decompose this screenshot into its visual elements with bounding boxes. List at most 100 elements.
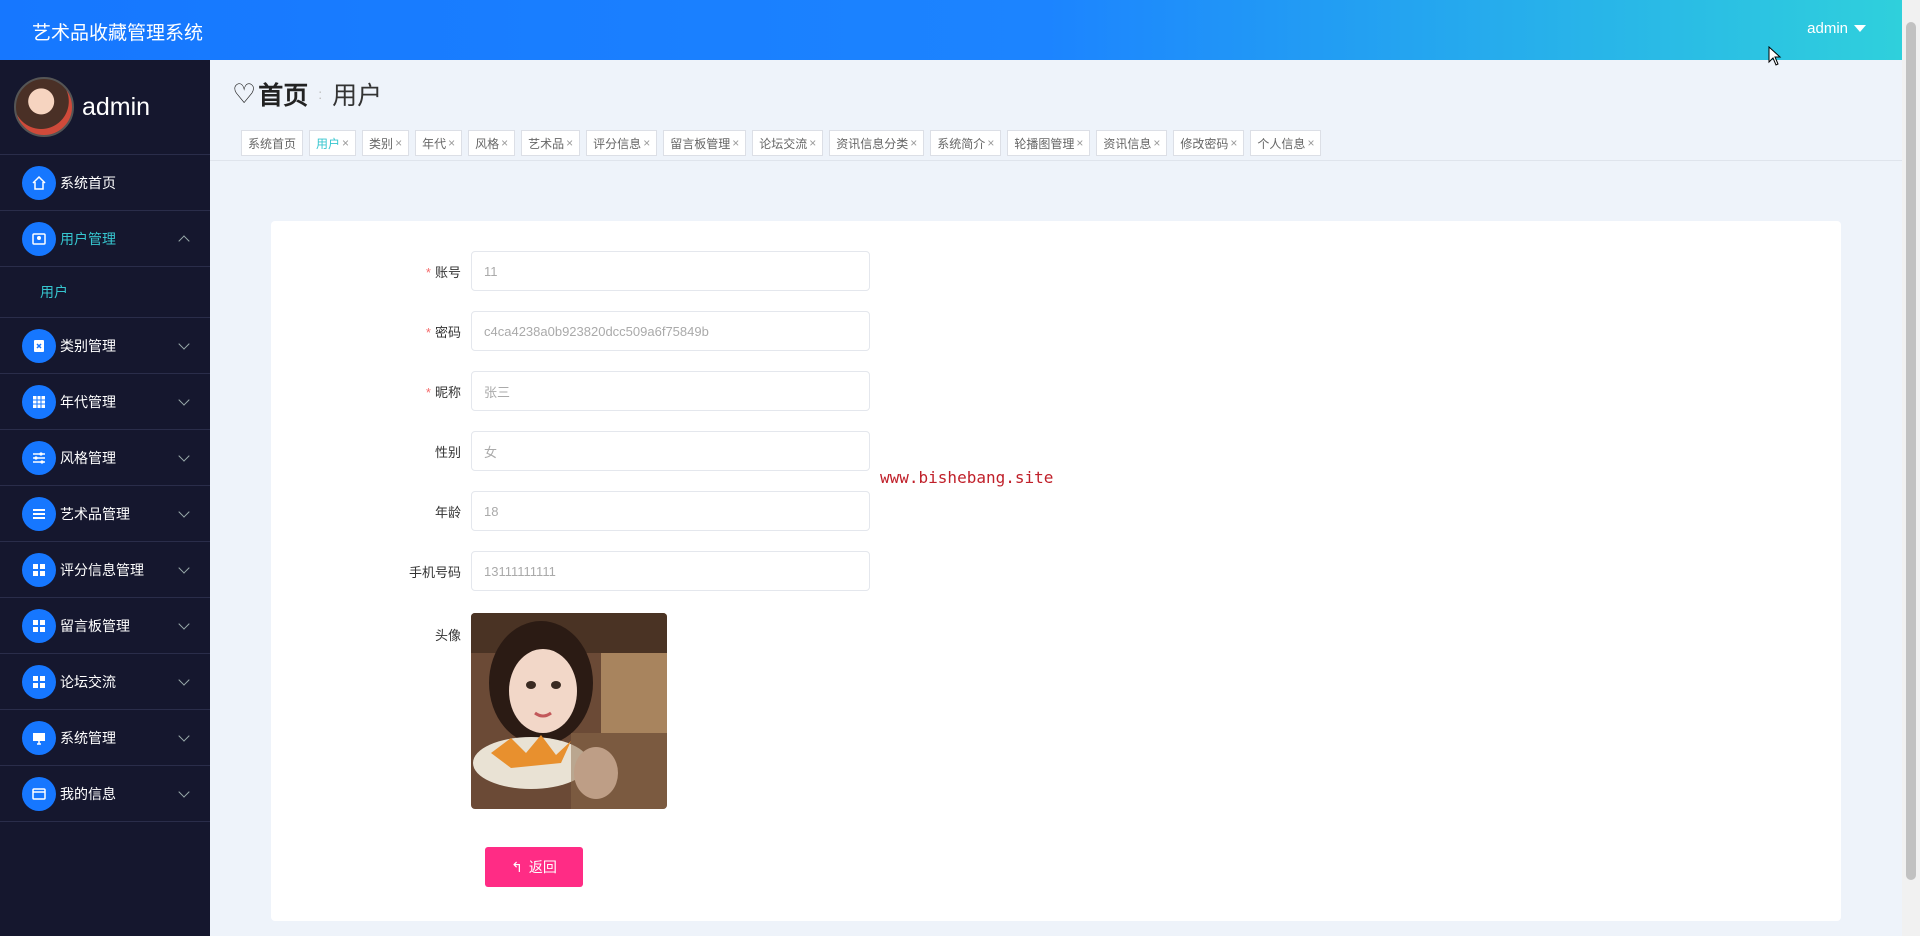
form-row-gender: 性别 [271, 431, 870, 471]
tab-message-board[interactable]: 留言板管理 × [663, 130, 747, 156]
profile-name: admin [82, 92, 151, 121]
tab-style[interactable]: 风格 × [468, 130, 516, 156]
sidebar-item-label: 论坛交流 [60, 673, 116, 690]
close-icon[interactable]: × [1230, 136, 1237, 150]
sidebar-item-system[interactable]: 系统管理 [0, 710, 210, 766]
sidebar-subitem-users[interactable]: 用户 [0, 267, 210, 318]
apps-icon [22, 552, 56, 587]
sidebar-item-era[interactable]: 年代管理 [0, 374, 210, 430]
gender-label: 性别 [434, 444, 461, 460]
sidebar-item-label: 用户管理 [60, 230, 116, 247]
undo-icon: ↰ [511, 858, 523, 875]
scrollbar-thumb[interactable] [1906, 22, 1916, 880]
age-field[interactable] [471, 491, 870, 531]
tab-news[interactable]: 资讯信息 × [1096, 130, 1168, 156]
close-icon[interactable]: × [732, 136, 739, 150]
tab-label: 艺术品 [528, 136, 565, 151]
password-field[interactable] [471, 311, 870, 351]
chevron-down-icon [178, 730, 190, 742]
tab-label: 用户 [316, 136, 341, 151]
tab-home[interactable]: 系统首页 [241, 130, 304, 156]
clipboard-icon [22, 328, 56, 363]
tab-label: 风格 [475, 136, 500, 151]
chevron-down-icon [178, 338, 190, 350]
user-menu-label: admin [1807, 20, 1848, 37]
tab-label: 轮播图管理 [1014, 136, 1075, 151]
sidebar-item-user-management[interactable]: 用户管理 [0, 211, 210, 267]
tab-label: 资讯信息分类 [836, 136, 909, 151]
required-mark: * [425, 324, 431, 340]
tab-category[interactable]: 类别 × [362, 130, 410, 156]
back-button[interactable]: ↰ 返回 [485, 847, 583, 887]
close-icon[interactable]: × [566, 136, 573, 150]
sidebar-item-style[interactable]: 风格管理 [0, 430, 210, 486]
sidebar-item-message-board[interactable]: 留言板管理 [0, 598, 210, 654]
close-icon[interactable]: × [448, 136, 455, 150]
account-field[interactable] [471, 251, 870, 291]
back-button-label: 返回 [528, 859, 557, 875]
gender-field[interactable] [471, 431, 870, 471]
chevron-down-icon [178, 450, 190, 462]
tab-news-category[interactable]: 资讯信息分类 × [829, 130, 925, 156]
mouse-cursor-icon [1768, 45, 1782, 71]
chevron-down-icon [178, 618, 190, 630]
avatar [14, 77, 74, 137]
sidebar-item-label: 风格管理 [60, 449, 116, 466]
form-row-age: 年龄 [271, 491, 870, 531]
sidebar-item-home[interactable]: 系统首页 [0, 155, 210, 211]
close-icon[interactable]: × [1153, 136, 1160, 150]
tab-change-password[interactable]: 修改密码 × [1173, 130, 1245, 156]
list-icon [22, 496, 56, 531]
sidebar-item-label: 艺术品管理 [60, 505, 130, 522]
nickname-field[interactable] [471, 371, 870, 411]
watermark-text: www.bishebang.site [880, 468, 1054, 487]
chevron-down-icon [178, 394, 190, 406]
close-icon[interactable]: × [643, 136, 650, 150]
tab-label: 年代 [422, 136, 447, 151]
tab-profile[interactable]: 个人信息 × [1250, 130, 1322, 156]
sidebar-item-forum[interactable]: 论坛交流 [0, 654, 210, 710]
user-menu[interactable]: admin [1807, 20, 1866, 37]
sidebar-item-category[interactable]: 类别管理 [0, 318, 210, 374]
close-icon[interactable]: × [1307, 136, 1314, 150]
close-icon[interactable]: × [987, 136, 994, 150]
apps-icon [22, 608, 56, 643]
phone-field[interactable] [471, 551, 870, 591]
close-icon[interactable]: × [809, 136, 816, 150]
tab-carousel[interactable]: 轮播图管理 × [1007, 130, 1091, 156]
close-icon[interactable]: × [910, 136, 917, 150]
chevron-up-icon [178, 235, 190, 247]
sidebar-item-label: 评分信息管理 [60, 561, 144, 578]
sidebar-item-artwork[interactable]: 艺术品管理 [0, 486, 210, 542]
form-row-nickname: * 昵称 [271, 371, 870, 411]
close-icon[interactable]: × [1076, 136, 1083, 150]
chevron-down-icon [178, 786, 190, 798]
tab-artwork[interactable]: 艺术品 × [521, 130, 581, 156]
tab-era[interactable]: 年代 × [415, 130, 463, 156]
close-icon[interactable]: × [501, 136, 508, 150]
tab-forum[interactable]: 论坛交流 × [752, 130, 824, 156]
close-icon[interactable]: × [395, 136, 402, 150]
tab-rating[interactable]: 评分信息 × [586, 130, 658, 156]
tab-bar: 系统首页 用户 × 类别 × 年代 × 风格 × 艺术品 × 评分信息 × 留言板管理 × 论… [241, 130, 1322, 156]
breadcrumb-home[interactable]: 首页 [258, 76, 308, 112]
tab-user[interactable]: 用户 × [309, 130, 357, 156]
tab-label: 评分信息 [593, 136, 642, 151]
tab-system-intro[interactable]: 系统简介 × [930, 130, 1002, 156]
close-icon[interactable]: × [342, 136, 349, 150]
avatar-label: 头像 [434, 628, 461, 643]
tab-label: 系统简介 [937, 136, 986, 151]
phone-label: 手机号码 [408, 564, 461, 580]
sidebar-item-my-info[interactable]: 我的信息 [0, 766, 210, 822]
password-label: * 密码 [425, 324, 461, 340]
page-scrollbar[interactable] [1902, 0, 1920, 936]
breadcrumb: ♡ 首页 : 用户 [232, 76, 382, 112]
tab-label: 资讯信息 [1103, 136, 1152, 151]
grid-icon [22, 384, 56, 419]
form-row-phone: 手机号码 [271, 551, 870, 591]
chevron-down-icon [178, 674, 190, 686]
sidebar-item-rating[interactable]: 评分信息管理 [0, 542, 210, 598]
chevron-down-icon [178, 506, 190, 518]
tab-label: 留言板管理 [670, 136, 731, 151]
sidebar-item-label: 类别管理 [60, 337, 116, 354]
